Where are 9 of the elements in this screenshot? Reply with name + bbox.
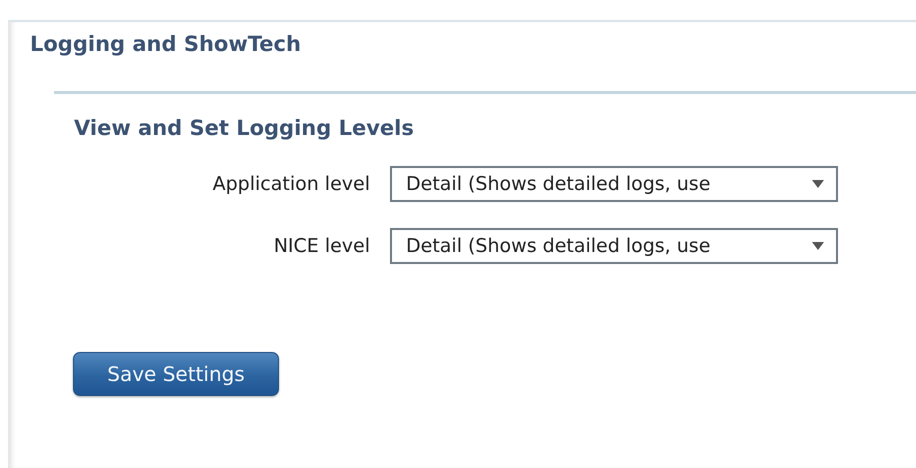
field-label: Application level	[212, 173, 370, 195]
caret-icon	[812, 180, 824, 188]
panel-title: Logging and ShowTech	[30, 32, 302, 56]
caret-icon	[812, 242, 824, 250]
level-dropdown[interactable]: Detail (Shows detailed logs, use	[390, 166, 838, 202]
section-title: View and Set Logging Levels	[74, 116, 415, 140]
level-dropdown[interactable]: Detail (Shows detailed logs, use	[390, 228, 838, 264]
save-button[interactable]: Save Settings	[73, 352, 279, 396]
field-label: NICE level	[274, 235, 370, 257]
